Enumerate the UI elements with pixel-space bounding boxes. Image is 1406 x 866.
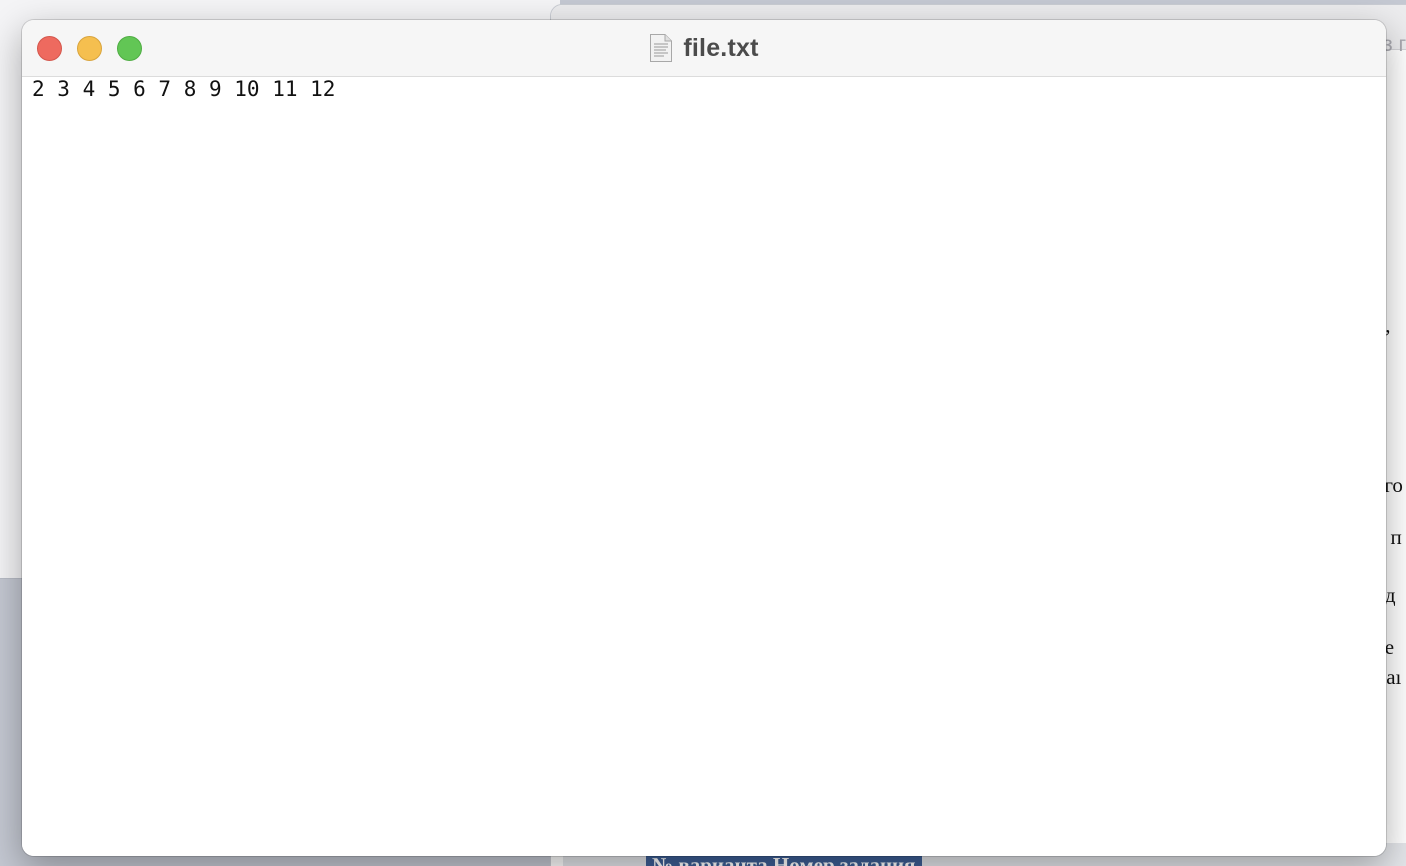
window-title-group: file.txt bbox=[22, 20, 1386, 76]
text-editor-area[interactable]: 2 3 4 5 6 7 8 9 10 11 12 bbox=[22, 77, 1386, 856]
window-title: file.txt bbox=[683, 33, 759, 62]
background-document-title: з г bbox=[1383, 33, 1406, 56]
document-icon bbox=[650, 34, 673, 62]
editor-content[interactable]: 2 3 4 5 6 7 8 9 10 11 12 bbox=[32, 77, 1376, 101]
window-titlebar[interactable]: file.txt bbox=[22, 20, 1386, 77]
textedit-window: file.txt 2 3 4 5 6 7 8 9 10 11 12 bbox=[22, 20, 1386, 856]
